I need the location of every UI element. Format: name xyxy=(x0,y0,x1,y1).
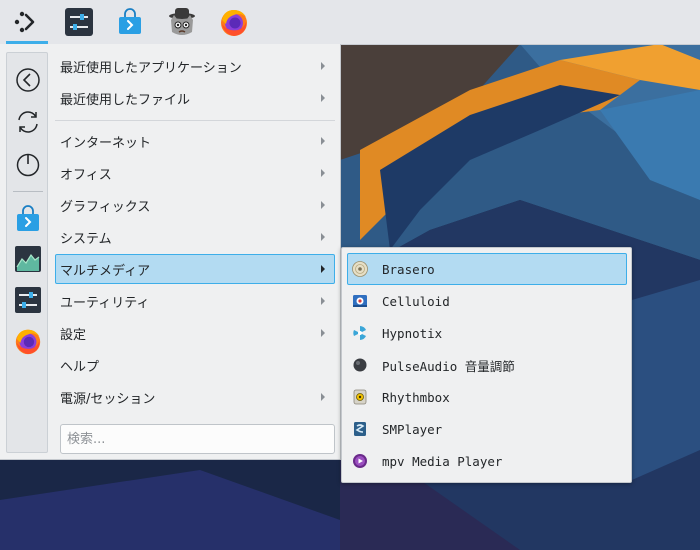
system-settings-button[interactable] xyxy=(56,2,102,42)
smplayer-icon xyxy=(352,421,368,437)
menu-item-internet[interactable]: インターネット xyxy=(55,126,335,156)
brasero-disc-icon xyxy=(352,261,368,277)
system-monitor-favorite[interactable] xyxy=(11,242,45,276)
menu-item-help[interactable]: ヘルプ xyxy=(55,350,335,380)
submenu-item-label: mpv Media Player xyxy=(382,453,503,469)
submenu-item-label: Hypnotix xyxy=(382,325,443,341)
submenu-item-smplayer[interactable]: SMPlayer xyxy=(347,413,627,445)
submenu-arrow-icon xyxy=(321,169,325,177)
firefox-icon xyxy=(15,329,41,355)
submenu-arrow-icon xyxy=(321,94,325,102)
refresh-icon xyxy=(18,111,38,133)
menu-item-graphics[interactable]: グラフィックス xyxy=(55,190,335,220)
refresh-button[interactable] xyxy=(11,105,45,139)
firefox-button[interactable] xyxy=(211,2,257,42)
sliders-icon xyxy=(65,8,93,36)
sidebar-separator xyxy=(13,191,43,192)
submenu-item-label: PulseAudio 音量調節 xyxy=(382,358,515,374)
submenu-arrow-icon xyxy=(321,393,325,401)
submenu-item-label: Brasero xyxy=(382,261,435,277)
menu-item-system[interactable]: システム xyxy=(55,222,335,252)
submenu-item-celluloid[interactable]: Celluloid xyxy=(347,285,627,317)
submenu-arrow-icon xyxy=(321,297,325,305)
system-monitor-icon xyxy=(15,246,41,272)
submenu-item-mpv[interactable]: mpv Media Player xyxy=(347,445,627,477)
submenu-item-label: SMPlayer xyxy=(382,421,443,437)
multimedia-submenu: Brasero Celluloid Hypnotix PulseAudio 音量… xyxy=(341,247,632,483)
spy-app-button[interactable] xyxy=(159,2,205,42)
submenu-item-brasero[interactable]: Brasero xyxy=(347,253,627,285)
search-input[interactable] xyxy=(60,424,335,454)
menu-item-settings[interactable]: 設定 xyxy=(55,318,335,348)
menu-item-label: 最近使用したアプリケーション xyxy=(60,60,242,76)
back-button[interactable] xyxy=(11,63,45,97)
back-icon xyxy=(16,68,40,92)
submenu-arrow-icon xyxy=(321,137,325,145)
submenu-arrow-icon xyxy=(321,201,325,209)
menu-item-label: システム xyxy=(60,231,112,247)
menu-item-utilities[interactable]: ユーティリティ xyxy=(55,286,335,316)
menu-item-recent-files[interactable]: 最近使用したファイル xyxy=(55,83,335,113)
submenu-item-label: Rhythmbox xyxy=(382,389,450,405)
menu-item-label: ユーティリティ xyxy=(60,295,150,311)
favorites-sidebar xyxy=(6,52,48,453)
menu-item-power-session[interactable]: 電源/セッション xyxy=(55,382,335,412)
menu-item-label: 設定 xyxy=(60,327,87,343)
discover-button[interactable] xyxy=(107,2,153,42)
menu-item-recent-apps[interactable]: 最近使用したアプリケーション xyxy=(55,51,335,81)
menu-item-label: ヘルプ xyxy=(60,359,100,375)
submenu-arrow-icon xyxy=(321,233,325,241)
power-icon xyxy=(16,153,40,177)
celluloid-icon xyxy=(352,293,368,309)
pulseaudio-icon xyxy=(352,357,368,373)
menu-item-office[interactable]: オフィス xyxy=(55,158,335,188)
menu-item-label: グラフィックス xyxy=(60,199,151,215)
application-menu: 最近使用したアプリケーション 最近使用したファイル インターネット オフィス グ… xyxy=(0,44,341,460)
kde-launcher-icon xyxy=(14,11,35,33)
system-settings-favorite[interactable] xyxy=(11,283,45,317)
menu-item-label: マルチメディア xyxy=(60,263,151,279)
submenu-item-hypnotix[interactable]: Hypnotix xyxy=(347,317,627,349)
submenu-arrow-icon xyxy=(321,329,325,337)
menu-separator xyxy=(55,120,335,121)
discover-icon xyxy=(17,205,39,231)
rhythmbox-icon xyxy=(352,389,368,405)
hypnotix-icon xyxy=(352,325,368,341)
submenu-item-rhythmbox[interactable]: Rhythmbox xyxy=(347,381,627,413)
firefox-icon xyxy=(221,10,247,36)
submenu-item-pulseaudio[interactable]: PulseAudio 音量調節 xyxy=(347,349,627,381)
firefox-favorite[interactable] xyxy=(11,324,45,358)
mpv-icon xyxy=(352,453,368,469)
menu-item-label: インターネット xyxy=(60,135,152,151)
submenu-arrow-icon xyxy=(321,265,325,273)
menu-item-label: 最近使用したファイル xyxy=(60,92,191,108)
discover-favorite[interactable] xyxy=(11,202,45,236)
shopping-bag-icon xyxy=(119,8,141,34)
app-launcher-button[interactable] xyxy=(4,2,50,44)
menu-item-multimedia[interactable]: マルチメディア xyxy=(55,254,335,284)
top-panel xyxy=(0,0,700,45)
submenu-arrow-icon xyxy=(321,62,325,70)
menu-item-label: オフィス xyxy=(60,167,112,183)
spy-cat-icon xyxy=(169,8,195,35)
settings-icon xyxy=(15,287,41,313)
power-button[interactable] xyxy=(11,147,45,181)
submenu-item-label: Celluloid xyxy=(382,293,450,309)
menu-item-label: 電源/セッション xyxy=(60,391,156,407)
